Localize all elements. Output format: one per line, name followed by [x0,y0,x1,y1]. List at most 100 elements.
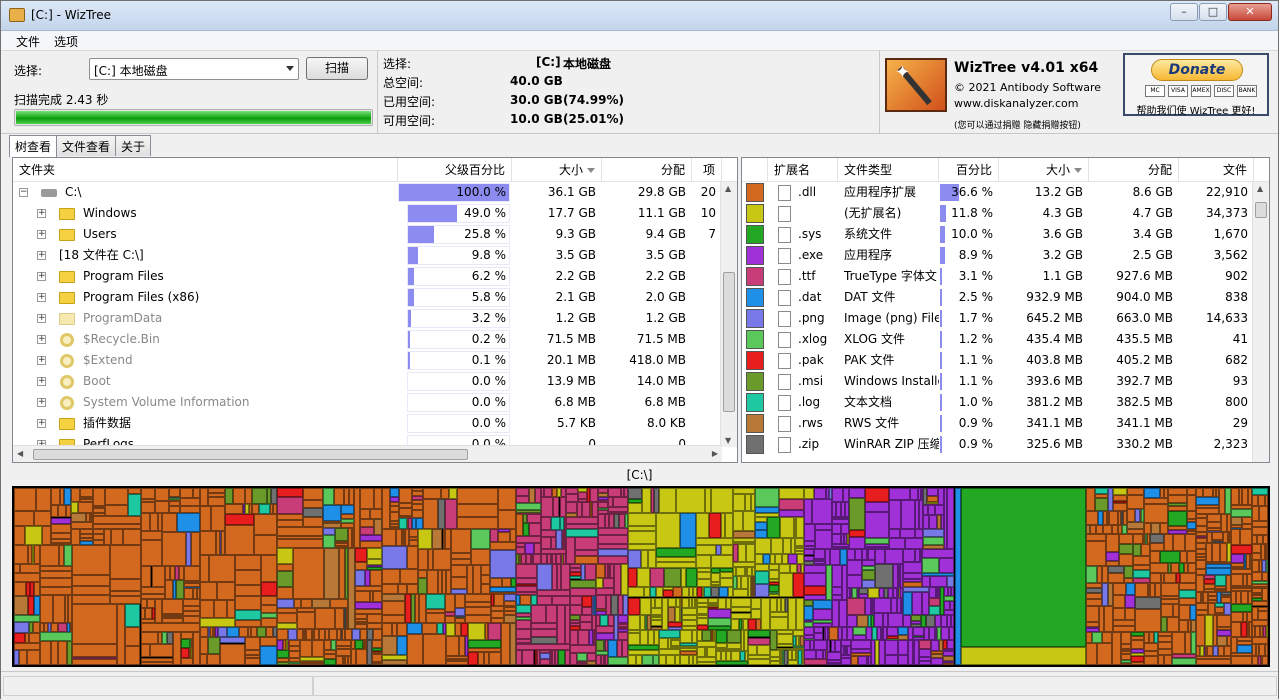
treemap-block[interactable] [768,569,779,580]
treemap-block[interactable] [1218,488,1226,514]
treemap-block[interactable] [582,502,591,518]
treemap-block[interactable] [602,577,614,589]
treemap-block[interactable] [600,614,608,627]
treemap-block[interactable] [71,585,110,595]
treemap-block[interactable] [898,655,909,665]
treemap-block[interactable] [1266,559,1268,572]
treemap-block[interactable] [457,516,498,529]
treemap-block[interactable] [50,504,59,518]
treemap-block[interactable] [1126,494,1145,509]
treemap-block[interactable] [35,488,51,512]
treemap-block[interactable] [868,549,876,561]
treemap-block[interactable] [558,649,565,665]
treemap-block[interactable] [650,567,664,587]
treemap-block[interactable] [254,535,278,556]
treemap-block[interactable] [244,488,252,504]
treemap-block[interactable] [1262,655,1268,665]
scroll-down-icon[interactable]: ▼ [725,436,731,445]
treemap-block[interactable] [415,518,424,529]
treemap-block[interactable] [1251,506,1259,522]
treemap-block[interactable] [1126,508,1136,522]
treemap-block[interactable] [921,592,929,615]
treemap-block[interactable] [515,535,541,543]
treemap-block[interactable] [1204,615,1213,647]
tree-hscroll-thumb[interactable] [33,449,468,460]
treemap-block[interactable] [425,613,445,623]
treemap-block[interactable] [335,649,352,656]
treemap-block[interactable] [815,649,823,660]
treemap-block[interactable] [1124,608,1136,620]
treemap-block[interactable] [1196,560,1206,569]
treemap-block[interactable] [1135,583,1148,598]
treemap-block[interactable] [323,488,334,506]
treemap-block[interactable] [109,595,141,605]
treemap-block[interactable] [831,524,841,534]
treemap-block[interactable] [175,579,185,599]
treemap-block[interactable] [254,514,278,536]
treemap-block[interactable] [793,573,804,598]
treemap-block[interactable] [457,488,498,505]
treemap-block[interactable] [597,514,605,528]
treemap-block[interactable] [381,528,396,546]
treemap-block[interactable] [1125,583,1136,595]
treemap-block[interactable] [755,529,768,539]
treemap-block[interactable] [1220,543,1228,562]
treemap-block[interactable] [217,582,236,600]
treemap-block[interactable] [570,579,597,589]
treemap-block[interactable] [501,622,510,665]
treemap-block[interactable] [71,488,81,502]
treemap-block[interactable] [667,607,676,622]
treemap-block[interactable] [847,614,858,628]
treemap-block[interactable] [928,504,936,516]
treemap-block[interactable] [71,659,118,665]
types-vertical-scrollbar[interactable]: ▲ [1252,182,1269,462]
file-type-row[interactable]: .png Image (png) File 1.7 % 645.2 MB 663.0 M… [742,308,1269,329]
collapse-icon[interactable]: − [19,188,28,197]
treemap-block[interactable] [515,513,524,536]
treemap-block[interactable] [235,610,261,621]
treemap-block[interactable] [422,622,437,634]
treemap-block[interactable] [480,575,491,584]
treemap-block[interactable] [1231,553,1244,564]
treemap-block[interactable] [1217,635,1227,647]
treemap-block[interactable] [117,604,125,665]
treemap-block[interactable] [732,588,748,598]
treemap-block[interactable] [574,536,598,551]
treemap-block[interactable] [1135,608,1161,633]
treemap-block[interactable] [381,615,406,623]
treemap-block[interactable] [921,576,931,587]
treemap-block[interactable] [628,567,637,587]
treemap-block[interactable] [941,627,950,641]
treemap-block[interactable] [1172,632,1185,655]
treemap-block[interactable] [354,590,370,603]
treemap-block[interactable] [155,598,163,624]
treemap-block[interactable] [381,545,407,570]
treemap-block[interactable] [1179,619,1189,633]
treemap-block[interactable] [1112,583,1126,595]
treemap-block[interactable] [299,662,324,665]
treemap-block[interactable] [1132,534,1144,545]
treemap-block[interactable] [354,602,382,610]
treemap-block[interactable] [140,488,155,500]
treemap-block[interactable] [1172,534,1185,552]
treemap-block[interactable] [1130,640,1144,649]
treemap-block[interactable] [165,579,174,599]
treemap-block[interactable] [467,622,485,640]
expand-icon[interactable]: + [37,230,46,239]
treemap-block[interactable] [778,563,790,574]
treemap-block[interactable] [628,654,637,665]
treemap-block[interactable] [1187,563,1197,573]
treemap-block[interactable] [265,626,274,638]
treemap-block[interactable] [1205,543,1213,562]
treemap-block[interactable] [746,544,756,563]
treemap-block[interactable] [1206,513,1222,523]
treemap-block[interactable] [1159,523,1168,535]
treemap-block[interactable] [372,654,382,662]
treemap-block[interactable] [455,593,465,608]
treemap-block[interactable] [50,517,72,525]
treemap-block[interactable] [596,632,614,640]
col-folder[interactable]: 文件夹 [13,158,398,182]
treemap-block[interactable] [260,645,278,665]
treemap-block[interactable] [367,547,382,560]
treemap-block[interactable] [29,633,40,644]
